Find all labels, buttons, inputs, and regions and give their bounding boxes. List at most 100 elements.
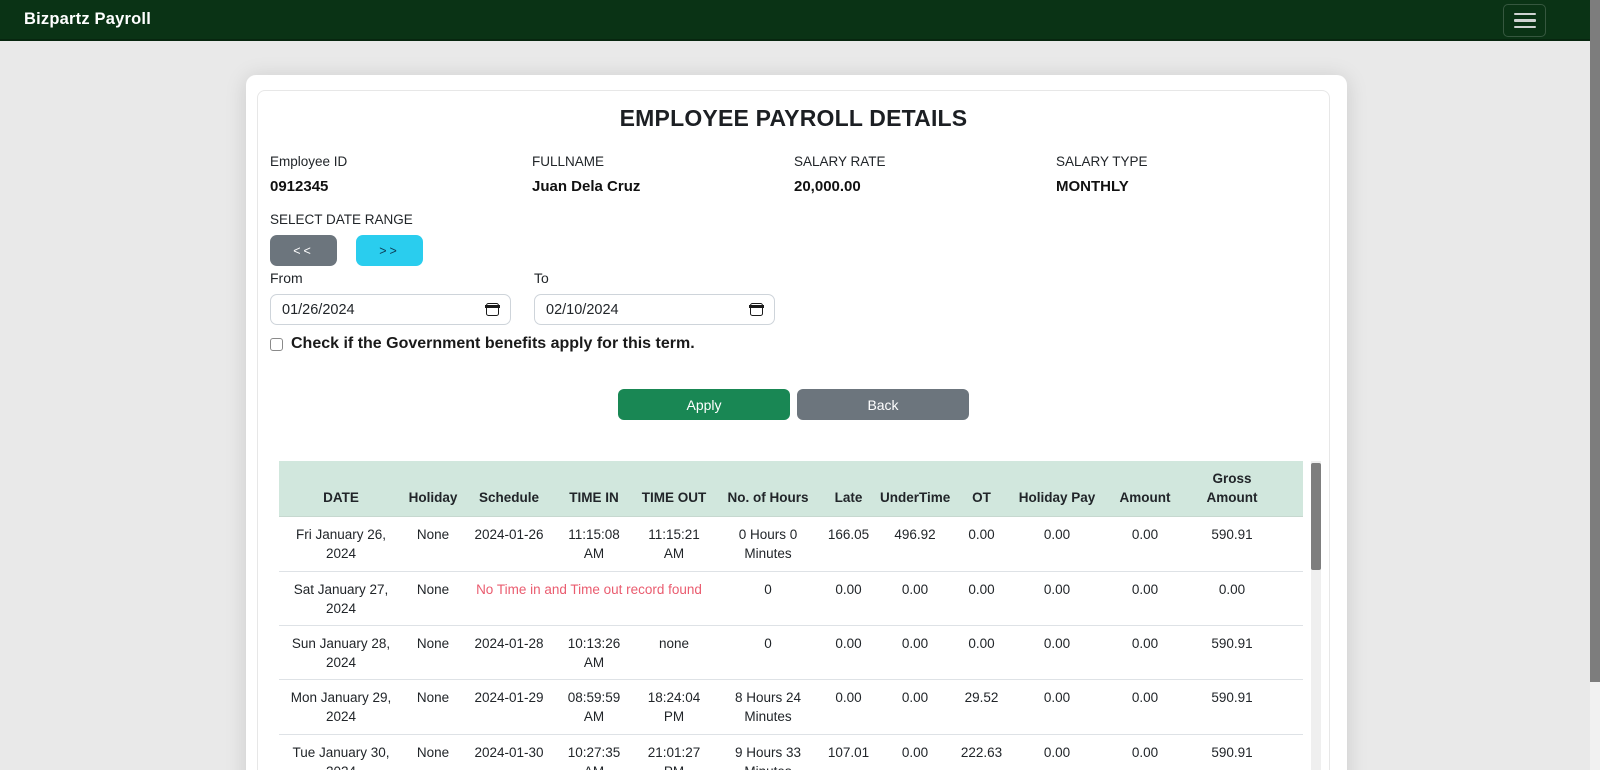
- select-date-range-label: SELECT DATE RANGE: [270, 212, 1317, 227]
- column-header: TIME OUT: [633, 461, 715, 517]
- table-cell: Sun January 28, 2024: [279, 625, 403, 679]
- navbar-toggle-button[interactable]: [1503, 4, 1546, 37]
- column-header: DATE: [279, 461, 403, 517]
- date-range-inputs: From 01/26/2024 To 02/10/2024: [270, 270, 1317, 325]
- page-title: EMPLOYEE PAYROLL DETAILS: [270, 105, 1317, 132]
- apply-button[interactable]: Apply: [618, 389, 790, 420]
- table-cell: 0.00: [876, 625, 954, 679]
- table-cell: 0.00: [1105, 734, 1185, 770]
- table-body: Fri January 26, 2024 None 2024-01-2611:15:…: [279, 517, 1303, 770]
- table-cell: Fri January 26, 2024: [279, 517, 403, 571]
- table-cell: 107.01: [821, 734, 876, 770]
- table-cell: 0.00: [1105, 517, 1185, 571]
- table-row: Sat January 27, 2024NoneNo Time in and T…: [279, 571, 1303, 625]
- table-cell: None: [403, 680, 463, 734]
- table-cell: 0.00: [1009, 680, 1105, 734]
- payroll-table: DATEHolidayScheduleTIME INTIME OUTNo. of…: [279, 461, 1303, 770]
- government-benefits-checkbox[interactable]: [270, 338, 283, 351]
- table-cell: none: [633, 625, 715, 679]
- back-button[interactable]: Back: [797, 389, 969, 420]
- table-cell: Sat January 27, 2024: [279, 571, 403, 625]
- table-scrollbar-thumb[interactable]: [1311, 463, 1321, 570]
- table-cell: 0.00: [954, 571, 1009, 625]
- table-cell: 29.52: [954, 680, 1009, 734]
- table-header-row: DATEHolidayScheduleTIME INTIME OUTNo. of…: [279, 461, 1303, 517]
- employee-info: Employee ID 0912345 FULLNAME Juan Dela C…: [270, 154, 1317, 195]
- table-cell: 590.91: [1185, 734, 1303, 770]
- payroll-card: EMPLOYEE PAYROLL DETAILS Employee ID 091…: [246, 75, 1347, 770]
- previous-period-button[interactable]: <<: [270, 235, 337, 266]
- from-date-input[interactable]: 01/26/2024: [270, 294, 511, 325]
- salary-rate-value: 20,000.00: [794, 178, 1056, 195]
- table-row: Tue January 30, 2024None2024-01-3010:27:…: [279, 734, 1303, 770]
- column-header: Holiday Pay: [1009, 461, 1105, 517]
- table-cell: 0.00: [1185, 571, 1303, 625]
- navbar: Bizpartz Payroll: [0, 0, 1590, 41]
- table-cell: 0.00: [876, 680, 954, 734]
- hamburger-icon: [1514, 19, 1536, 22]
- table-cell: 496.92: [876, 517, 954, 571]
- salary-type-field: SALARY TYPE MONTHLY: [1056, 154, 1318, 195]
- table-cell: 0.00: [1009, 517, 1105, 571]
- table-cell: 0.00: [1009, 625, 1105, 679]
- table-cell: 0.00: [1105, 625, 1185, 679]
- fullname-field: FULLNAME Juan Dela Cruz: [532, 154, 794, 195]
- calendar-icon[interactable]: [750, 303, 763, 316]
- column-header: TIME IN: [555, 461, 633, 517]
- table-cell: 0: [715, 571, 821, 625]
- column-header: Schedule: [463, 461, 555, 517]
- from-label: From: [270, 270, 511, 286]
- payroll-table-container: DATEHolidayScheduleTIME INTIME OUTNo. of…: [279, 461, 1321, 770]
- table-cell: 11:15:08 AM: [555, 517, 633, 571]
- from-date-value: 01/26/2024: [282, 302, 355, 318]
- table-cell: 590.91: [1185, 517, 1303, 571]
- table-scrollbar[interactable]: [1311, 461, 1321, 770]
- table-cell: 0.00: [954, 517, 1009, 571]
- missing-record-message: No Time in and Time out record found: [463, 571, 715, 625]
- column-header: UnderTime: [876, 461, 954, 517]
- next-period-button[interactable]: >>: [356, 235, 423, 266]
- app-brand: Bizpartz Payroll: [24, 10, 151, 29]
- salary-rate-field: SALARY RATE 20,000.00: [794, 154, 1056, 195]
- table-cell: 18:24:04 PM: [633, 680, 715, 734]
- table-cell: 2024-01-29: [463, 680, 555, 734]
- table-cell: 0: [715, 625, 821, 679]
- column-header: Late: [821, 461, 876, 517]
- employee-id-label: Employee ID: [270, 154, 532, 169]
- column-header: Holiday: [403, 461, 463, 517]
- to-date-input[interactable]: 02/10/2024: [534, 294, 775, 325]
- column-header: No. of Hours: [715, 461, 821, 517]
- table-cell: 0.00: [821, 680, 876, 734]
- table-row: Mon January 29, 2024None2024-01-2908:59:…: [279, 680, 1303, 734]
- table-cell: 2024-01-28: [463, 625, 555, 679]
- table-cell: Tue January 30, 2024: [279, 734, 403, 770]
- page-scrollbar[interactable]: [1590, 0, 1600, 770]
- table-cell: 0.00: [1009, 734, 1105, 770]
- table-cell: 10:27:35 AM: [555, 734, 633, 770]
- table-cell: Mon January 29, 2024: [279, 680, 403, 734]
- hamburger-icon: [1514, 26, 1536, 29]
- table-cell: 590.91: [1185, 680, 1303, 734]
- hamburger-icon: [1514, 13, 1536, 16]
- table-cell: 2024-01-30: [463, 734, 555, 770]
- table-cell: 0 Hours 0 Minutes: [715, 517, 821, 571]
- table-cell: None: [403, 734, 463, 770]
- table-cell: 222.63: [954, 734, 1009, 770]
- calendar-icon[interactable]: [486, 303, 499, 316]
- table-cell: 0.00: [1105, 571, 1185, 625]
- table-cell: 8 Hours 24 Minutes: [715, 680, 821, 734]
- table-cell: 0.00: [821, 571, 876, 625]
- fullname-value: Juan Dela Cruz: [532, 178, 794, 195]
- table-cell: 0.00: [1009, 571, 1105, 625]
- table-cell: 0.00: [876, 571, 954, 625]
- government-benefits-label: Check if the Government benefits apply f…: [291, 335, 695, 353]
- table-cell: 0.00: [821, 625, 876, 679]
- page-scrollbar-thumb[interactable]: [1590, 0, 1600, 682]
- table-cell: 0.00: [876, 734, 954, 770]
- employee-id-value: 0912345: [270, 178, 532, 195]
- fullname-label: FULLNAME: [532, 154, 794, 169]
- salary-type-label: SALARY TYPE: [1056, 154, 1318, 169]
- table-cell: 0.00: [1105, 680, 1185, 734]
- table-cell: 2024-01-26: [463, 517, 555, 571]
- column-header: Amount: [1105, 461, 1185, 517]
